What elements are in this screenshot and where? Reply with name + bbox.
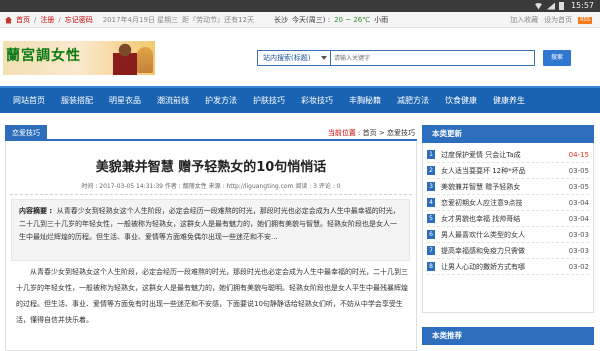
nav-item[interactable]: 健康养生 [485,88,533,113]
wifi-icon [534,2,543,10]
set-homepage-link[interactable]: 设为首页 [544,15,572,25]
summary-label: 内容摘要 : [19,207,53,215]
list-item[interactable]: 4 恋爱初期女人应注意9点技 03-04 [427,195,589,211]
divider [10,194,412,195]
article-title: 美貌兼并智慧 赠予轻熟女的10句悄悄话 [95,160,327,175]
rss-icon[interactable]: RSS [578,16,592,24]
status-time: 15:57 [570,1,594,10]
add-favorite-link[interactable]: 加入收藏 [510,15,538,25]
breadcrumb-current[interactable]: 恋爱技巧 [387,129,415,137]
site-logo[interactable]: 蘭宮調女性 [3,41,155,75]
article-meta: 时间 : 2017-03-05 14:31:39 作者 : 靓丽女性 来源 : … [81,183,341,190]
search-bar: 站内搜索(标题) 搜索 [257,50,571,66]
search-scope-select[interactable]: 站内搜索(标题) [257,50,331,66]
logo-woman-icon [113,43,137,75]
nav-item[interactable]: 饮食健康 [437,88,485,113]
android-status-bar: 15:57 [0,0,600,12]
status-icons [534,2,564,10]
weather-city: 长沙 [274,16,289,24]
home-icon[interactable] [5,16,12,24]
current-date: 2017年4月19日 星期三 [102,16,179,24]
article-body: 从青春少女到轻熟女这个人生阶段，必定会经历一段难熬的时光，那段时光也必定会成为人… [16,268,408,324]
list-item[interactable]: 5 女才男貌也幸福 找帅哥结 03-04 [427,211,589,227]
nav-item[interactable]: 护肤技巧 [245,88,293,113]
site-header: 蘭宮調女性 站内搜索(标题) 搜索 [0,28,600,86]
recent-list: 1 过度保护爱情 只会让Ta成 04-15 2 女人适当耍耍坏 12种*坏品 03-05… [427,147,589,275]
article-panel: 美貌兼并智慧 赠予轻熟女的10句悄悄话 时间 : 2017-03-05 14:3… [5,142,417,351]
summary-text: 从青春少女到轻熟女这个人生阶段，必定会经历一段难熬的时光，那段时光也必定会成为人… [19,207,400,241]
breadcrumb-label: 当前位置 : [327,129,361,137]
sidebar-recommend-heading: 本类推荐 [422,327,594,345]
weather-condition: 小雨 [374,16,389,24]
forgot-password-link[interactable]: 忘记密码 [65,15,93,25]
nav-item[interactable]: 彩妆技巧 [293,88,341,113]
breadcrumb-home[interactable]: 首页 [363,129,377,137]
nav-item[interactable]: 护发方法 [197,88,245,113]
breadcrumb-separator: > [378,129,385,137]
logo-text: 蘭宮調女性 [6,48,81,64]
register-link[interactable]: 注册 [40,15,54,25]
signal-icon [547,2,555,10]
list-item[interactable]: 8 让男人心动的撒娇方式有哪 03-02 [427,259,589,275]
list-item[interactable]: 1 过度保护爱情 只会让Ta成 04-15 [427,147,589,163]
list-item[interactable]: 7 提高幸福感和免疫力只需做 03-03 [427,243,589,259]
nav-item[interactable]: 服装搭配 [53,88,101,113]
search-button[interactable]: 搜索 [543,50,571,66]
sidebar: 本类更新 1 过度保护爱情 只会让Ta成 04-15 2 女人适当耍耍坏 12种*坏品… [422,125,594,351]
battery-icon [559,2,564,10]
weather-temperature: 20 ~ 26℃ [334,16,371,24]
top-info-bar: 首页 / 注册 / 忘记密码 2017年4月19日 星期三 距『劳动节』还有12… [0,12,600,28]
sidebar-recent-heading: 本类更新 [422,125,594,143]
section-header: 恋爱技巧 当前位置 : 首页 > 恋爱技巧 [5,125,417,141]
article-summary: 内容摘要 : 从青春少女到轻熟女这个人生阶段，必定会经历一段难熬的时光，那段时光… [11,199,410,261]
nav-item[interactable]: 减肥方法 [389,88,437,113]
main-nav: 网站首页 服装搭配 明星衣品 潮流前线 护发方法 护肤技巧 彩妆技巧 丰胸秘籍 … [0,86,600,113]
list-item[interactable]: 2 女人适当耍耍坏 12种*坏品 03-05 [427,163,589,179]
nav-item[interactable]: 网站首页 [5,88,53,113]
list-item[interactable]: 3 美貌兼并智慧 赠予轻熟女 03-05 [427,179,589,195]
breadcrumb: 当前位置 : 首页 > 恋爱技巧 [328,128,415,138]
home-link[interactable]: 首页 [16,15,30,25]
list-item[interactable]: 6 男人最喜欢什么类型的女人 03-03 [427,227,589,243]
weather-label: 今天(周三) : [292,16,331,24]
nav-item[interactable]: 明星衣品 [101,88,149,113]
nav-item[interactable]: 潮流前线 [149,88,197,113]
nav-item[interactable]: 丰胸秘籍 [341,88,389,113]
section-tab[interactable]: 恋爱技巧 [5,125,47,141]
holiday-countdown: 距『劳动节』还有12天 [182,16,255,24]
search-input[interactable] [331,50,535,66]
logo-figure-icon [137,47,153,73]
